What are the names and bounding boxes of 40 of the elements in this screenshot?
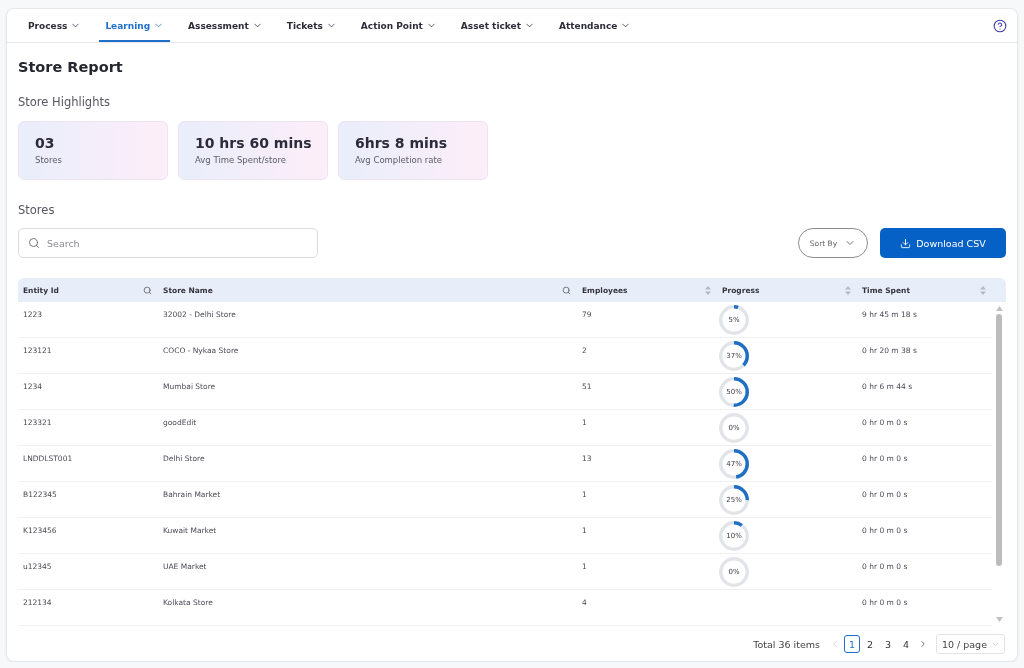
- highlight-label: Stores: [35, 154, 62, 166]
- nav-tab[interactable]: Assessment: [182, 9, 269, 42]
- highlight-label: Avg Completion rate: [355, 154, 443, 166]
- search-icon[interactable]: [143, 285, 152, 295]
- progress-ring: [719, 521, 749, 551]
- nav-tab[interactable]: Asset ticket: [454, 9, 541, 42]
- sort-icon[interactable]: [845, 285, 851, 295]
- highlight-value: 6hrs 8 mins: [355, 134, 448, 153]
- download-csv-button[interactable]: Download CSV: [880, 228, 1006, 258]
- search-icon: [28, 237, 40, 249]
- scroll-up-icon[interactable]: [995, 306, 1003, 311]
- scroll-down-icon[interactable]: [995, 617, 1003, 622]
- search-field[interactable]: Search: [18, 228, 318, 258]
- download-icon: [900, 237, 912, 249]
- page-size-select[interactable]: 10 / page: [935, 634, 1005, 654]
- nav-tab[interactable]: Tickets: [280, 9, 343, 42]
- scrollbar-thumb[interactable]: [996, 314, 1002, 566]
- page-title: Store Report: [18, 58, 124, 77]
- progress-ring: [719, 341, 749, 371]
- page-button[interactable]: 1: [843, 635, 860, 653]
- progress-ring: [719, 449, 749, 479]
- highlight-value: 10 hrs 60 mins: [195, 134, 312, 153]
- sort-icon[interactable]: [980, 285, 986, 295]
- sort-icon[interactable]: [705, 285, 711, 295]
- progress-ring: [719, 557, 749, 587]
- nav-tab[interactable]: Process: [22, 9, 88, 42]
- total-items-text: Total 36 items: [753, 638, 820, 650]
- nav-tab[interactable]: Learning: [99, 9, 171, 42]
- progress-ring: [719, 413, 749, 443]
- highlight-value: 03: [35, 134, 55, 153]
- progress-ring: [719, 305, 749, 335]
- search-icon[interactable]: [562, 285, 571, 295]
- nav-tab[interactable]: Action Point: [354, 9, 443, 42]
- progress-ring: [719, 377, 749, 407]
- nav-tab[interactable]: Attendance: [552, 9, 638, 42]
- section-heading: Stores: [18, 202, 56, 218]
- section-heading: Store Highlights: [18, 94, 111, 110]
- highlight-label: Avg Time Spent/store: [195, 154, 287, 166]
- help-icon[interactable]: [993, 18, 1007, 33]
- progress-ring: [719, 485, 749, 515]
